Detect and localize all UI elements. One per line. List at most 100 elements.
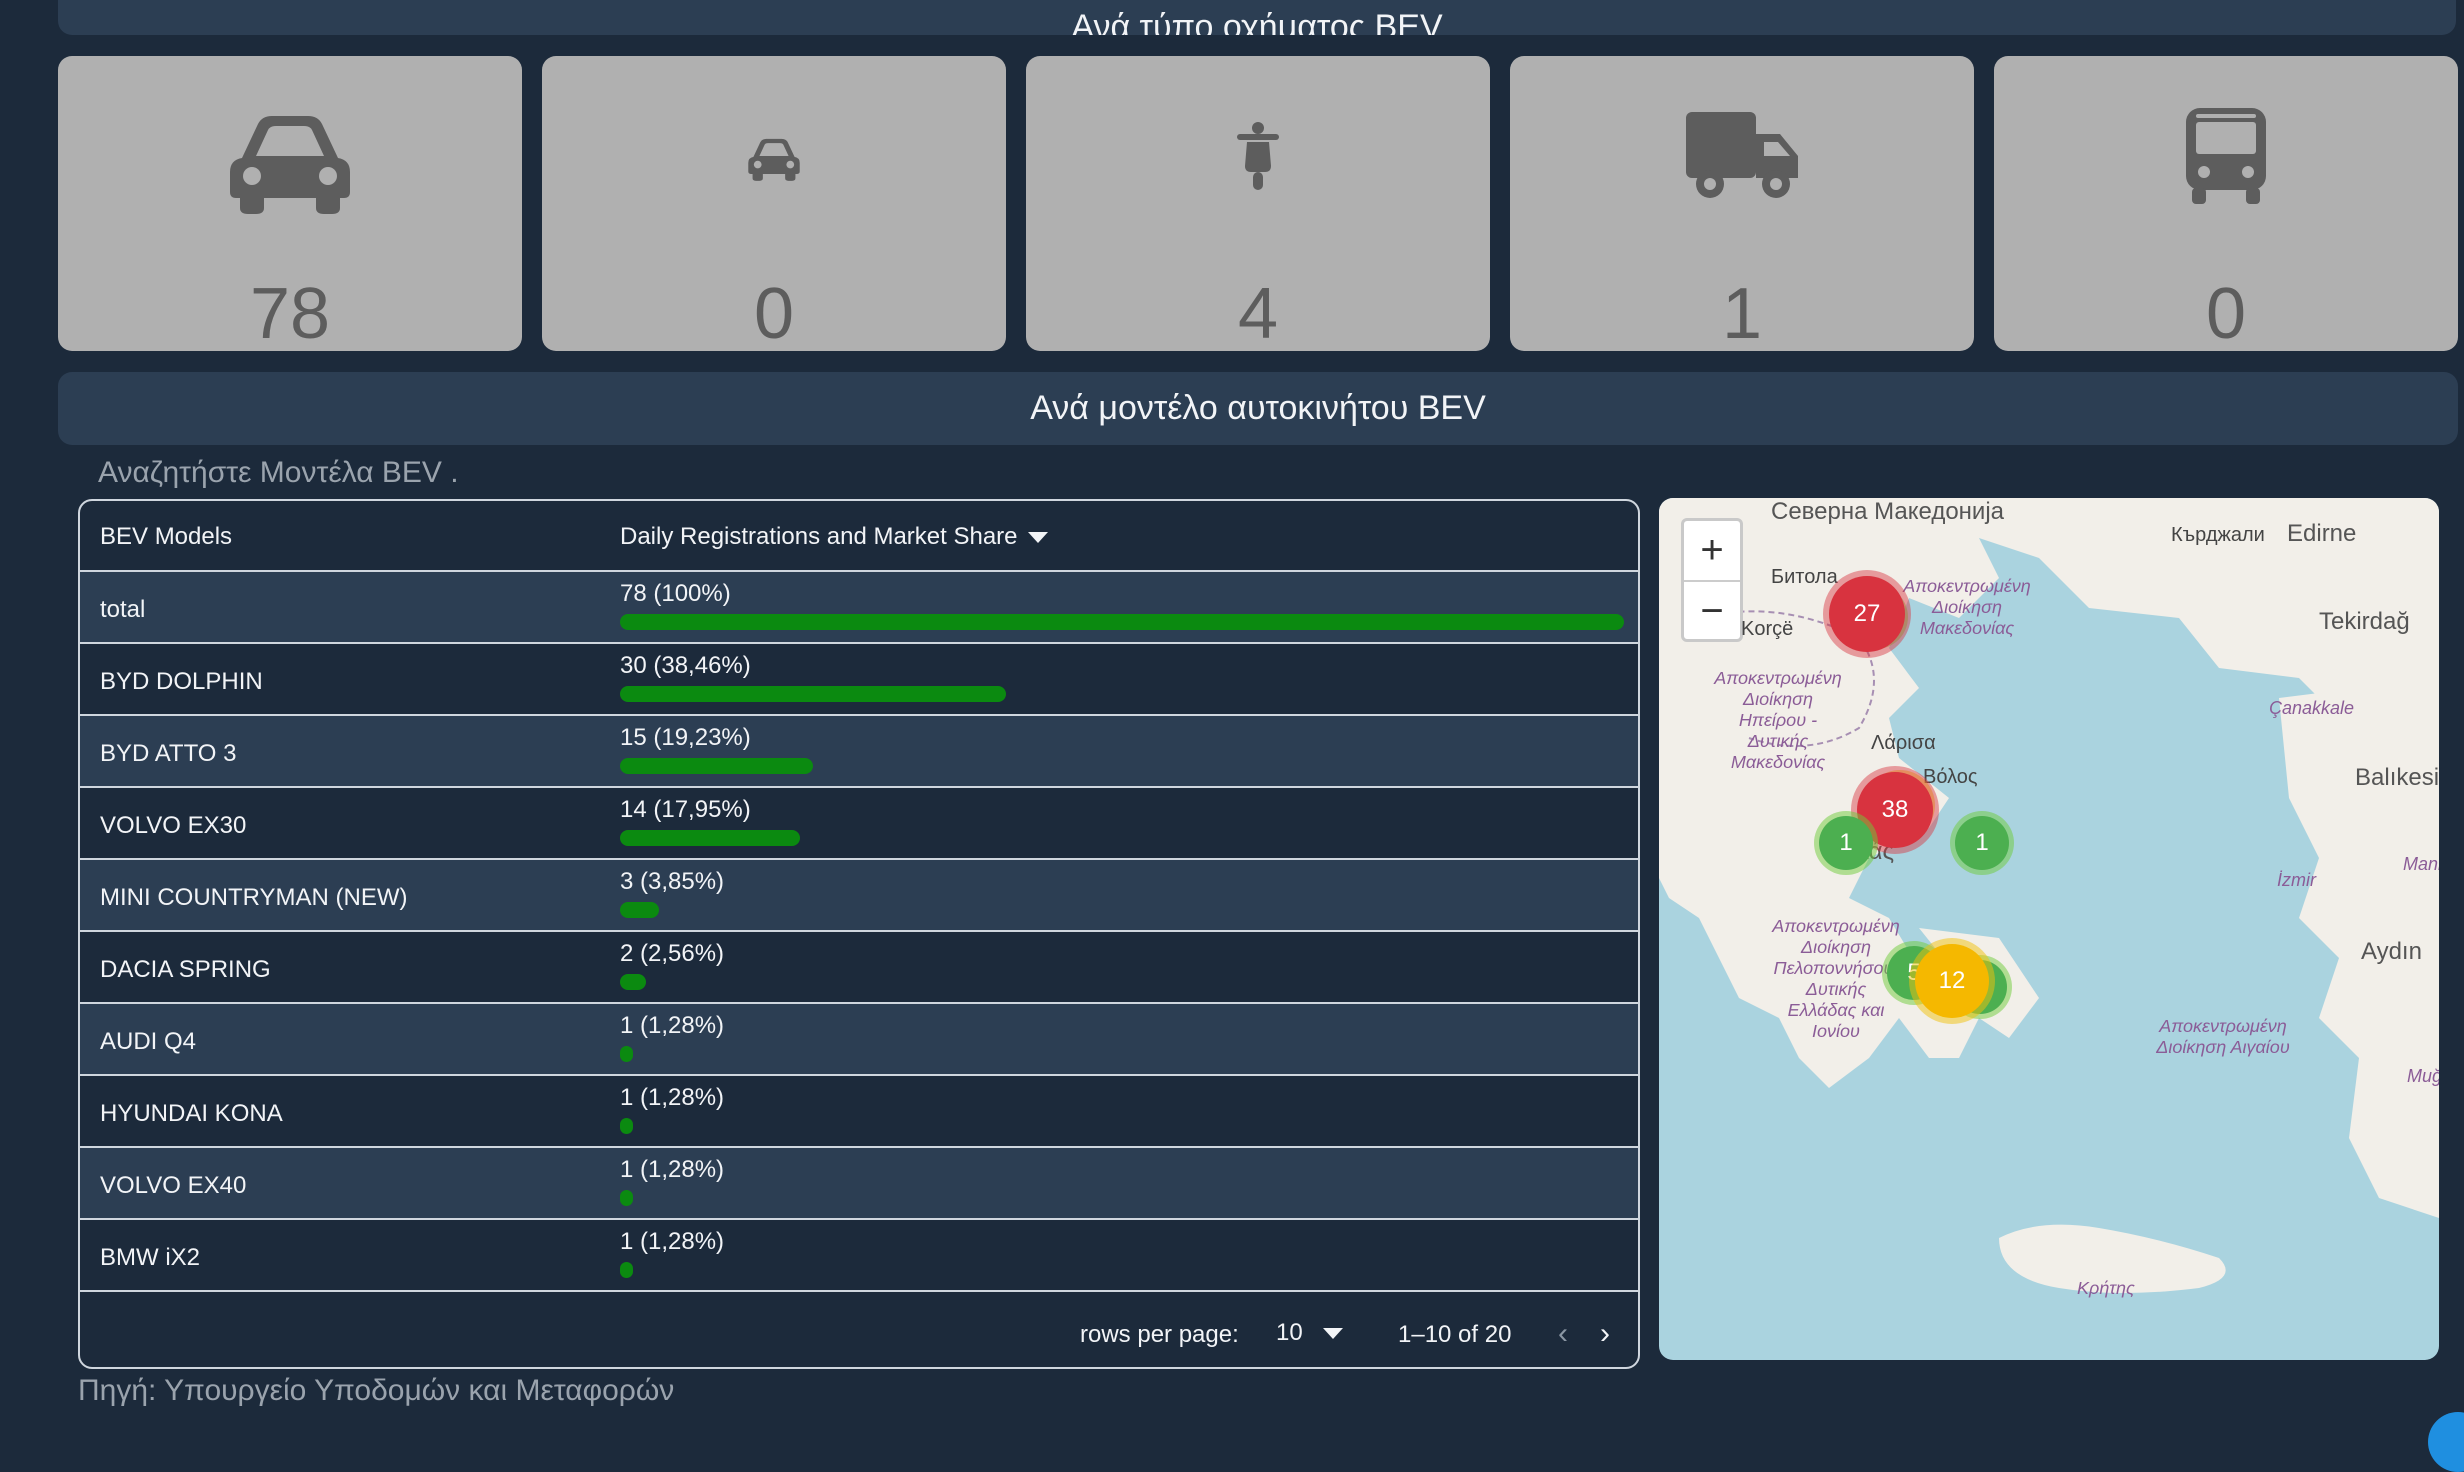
small-car-icon bbox=[542, 96, 1006, 216]
previous-page-icon[interactable]: ‹ bbox=[1558, 1319, 1568, 1349]
map-label: Кърджали bbox=[2171, 524, 2265, 546]
truck-count: 1 bbox=[1721, 274, 1763, 354]
next-page-icon[interactable]: › bbox=[1600, 1319, 1610, 1349]
model-name: HYUNDAI KONA bbox=[100, 1100, 283, 1127]
map-label: Битола bbox=[1771, 566, 1838, 588]
model-name: BYD DOLPHIN bbox=[100, 668, 263, 695]
card-scooter: 4 bbox=[1026, 56, 1490, 351]
models-section-header: Ανά μοντέλο αυτοκινήτου BEV bbox=[58, 372, 2458, 445]
scooter-icon bbox=[1026, 96, 1490, 216]
market-share-bar bbox=[620, 1046, 633, 1062]
card-truck: 1 bbox=[1510, 56, 1974, 351]
registrations-value: 78 (100%) bbox=[620, 580, 731, 607]
registrations-value: 2 (2,56%) bbox=[620, 940, 725, 967]
registrations-value: 1 (1,28%) bbox=[620, 1156, 725, 1183]
table-row[interactable]: BYD DOLPHIN 30 (38,46%) bbox=[80, 644, 1638, 716]
rows-per-page-label: rows per page: bbox=[1080, 1321, 1239, 1348]
map-label: Çanakkale bbox=[2269, 698, 2355, 718]
model-name: AUDI Q4 bbox=[100, 1028, 197, 1055]
map-cluster-marker[interactable]: 12 bbox=[1915, 944, 1989, 1018]
map-label: Северна Македонија bbox=[1771, 498, 2005, 525]
models-section-title: Ανά μοντέλο αυτοκινήτου BEV bbox=[1030, 389, 1486, 427]
map-label: Αποκεντρωμένη Διοίκηση Ηπείρου - Δυτικής… bbox=[1714, 668, 1842, 772]
pagination-range: 1–10 of 20 bbox=[1398, 1321, 1512, 1348]
scooter-count: 4 bbox=[1237, 274, 1279, 354]
market-share-bar bbox=[620, 1118, 633, 1134]
zoom-out-button[interactable]: − bbox=[1684, 582, 1740, 641]
map-label: Korçë bbox=[1741, 618, 1794, 640]
market-share-bar bbox=[620, 902, 659, 918]
column-header-registrations-label: Daily Registrations and Market Share bbox=[620, 523, 1018, 550]
map-label: Λάρισα bbox=[1871, 732, 1936, 754]
table-row[interactable]: VOLVO EX30 14 (17,95%) bbox=[80, 788, 1638, 860]
registrations-value: 1 (1,28%) bbox=[620, 1228, 725, 1255]
registrations-value: 3 (3,85%) bbox=[620, 868, 725, 895]
column-header-models[interactable]: BEV Models bbox=[100, 523, 232, 551]
registrations-value: 1 (1,28%) bbox=[620, 1012, 725, 1039]
table-row[interactable]: AUDI Q4 1 (1,28%) bbox=[80, 1004, 1638, 1076]
card-bus: 0 bbox=[1994, 56, 2458, 351]
model-name: VOLVO EX30 bbox=[100, 812, 247, 839]
market-share-bar bbox=[620, 974, 646, 990]
column-header-registrations[interactable]: Daily Registrations and Market Share bbox=[620, 523, 1048, 551]
map-cluster-marker[interactable]: 27 bbox=[1829, 576, 1905, 652]
map-label: İzmir bbox=[2277, 870, 2316, 890]
zoom-in-button[interactable]: + bbox=[1684, 521, 1740, 582]
models-table: BEV Models Daily Registrations and Marke… bbox=[78, 499, 1640, 1369]
table-row[interactable]: VOLVO EX40 1 (1,28%) bbox=[80, 1148, 1638, 1220]
map-label: Αποκεντρωμένη Διοίκηση Πελοποννήσου, Δυτ… bbox=[1772, 916, 1900, 1041]
rows-per-page-value: 10 bbox=[1276, 1319, 1303, 1346]
market-share-bar bbox=[620, 830, 800, 846]
table-pagination: rows per page: 10 1–10 of 20 ‹ › bbox=[80, 1293, 1638, 1367]
map-zoom-control: + − bbox=[1681, 518, 1743, 642]
registrations-value: 15 (19,23%) bbox=[620, 724, 751, 751]
model-name: total bbox=[100, 596, 146, 623]
vehicle-type-section-title: Ανά τύπο οχήματος BEV bbox=[1071, 8, 1443, 35]
map-label: Aydın bbox=[2361, 938, 2422, 965]
registrations-value: 14 (17,95%) bbox=[620, 796, 751, 823]
floating-action-button[interactable] bbox=[2428, 1412, 2464, 1472]
data-source-note: Πηγή: Υπουργείο Υποδομών και Μεταφορών bbox=[78, 1374, 675, 1407]
market-share-bar bbox=[620, 614, 1624, 630]
vehicle-type-section-header: Ανά τύπο οχήματος BEV bbox=[58, 0, 2456, 35]
table-header: BEV Models Daily Registrations and Marke… bbox=[80, 501, 1638, 572]
registrations-value: 1 (1,28%) bbox=[620, 1084, 725, 1111]
chevron-down-icon bbox=[1322, 1327, 1343, 1339]
map-label: Muğla bbox=[2407, 1066, 2439, 1086]
model-name: VOLVO EX40 bbox=[100, 1172, 247, 1199]
map-label: Αποκεντρωμένη Διοίκηση Αιγαίου bbox=[2156, 1016, 2290, 1057]
vehicle-type-cards: 78 0 4 1 0 bbox=[58, 56, 2458, 351]
map-label: Κρήτης bbox=[2077, 1278, 2135, 1298]
map-label: Tekirdağ bbox=[2319, 608, 2410, 635]
model-name: BMW iX2 bbox=[100, 1244, 201, 1271]
model-name: DACIA SPRING bbox=[100, 956, 271, 983]
market-share-bar bbox=[620, 758, 813, 774]
sort-desc-icon[interactable] bbox=[1027, 531, 1048, 543]
market-share-bar bbox=[620, 1190, 633, 1206]
table-row[interactable]: total 78 (100%) bbox=[80, 572, 1638, 644]
card-small-car: 0 bbox=[542, 56, 1006, 351]
table-row[interactable]: MINI COUNTRYMAN (NEW) 3 (3,85%) bbox=[80, 860, 1638, 932]
registrations-map[interactable]: + − Северна Македонија Битола Кърджали E… bbox=[1659, 498, 2439, 1360]
table-row[interactable]: HYUNDAI KONA 1 (1,28%) bbox=[80, 1076, 1638, 1148]
card-car: 78 bbox=[58, 56, 522, 351]
map-label: Balıkesir bbox=[2355, 764, 2439, 791]
truck-icon bbox=[1510, 96, 1974, 216]
map-cluster-marker[interactable]: 1 bbox=[1955, 816, 2009, 870]
map-label: Βόλος bbox=[1923, 766, 1978, 788]
bus-count: 0 bbox=[2205, 274, 2247, 354]
models-search-hint: Αναζητήστε Μοντέλα BEV . bbox=[98, 456, 459, 489]
table-row[interactable]: DACIA SPRING 2 (2,56%) bbox=[80, 932, 1638, 1004]
registrations-value: 30 (38,46%) bbox=[620, 652, 751, 679]
car-icon bbox=[58, 96, 522, 216]
small-car-count: 0 bbox=[753, 274, 795, 354]
car-count: 78 bbox=[249, 274, 331, 354]
bus-icon bbox=[1994, 96, 2458, 216]
map-label: Edirne bbox=[2287, 520, 2357, 547]
rows-per-page-select[interactable]: 10 bbox=[1276, 1319, 1343, 1347]
map-label: Αποκεντρωμένη Διοίκηση Μακεδονίας bbox=[1903, 576, 2031, 638]
table-row[interactable]: BYD ATTO 3 15 (19,23%) bbox=[80, 716, 1638, 788]
table-row[interactable]: BMW iX2 1 (1,28%) bbox=[80, 1220, 1638, 1292]
market-share-bar bbox=[620, 686, 1006, 702]
map-cluster-marker[interactable]: 1 bbox=[1819, 816, 1873, 870]
